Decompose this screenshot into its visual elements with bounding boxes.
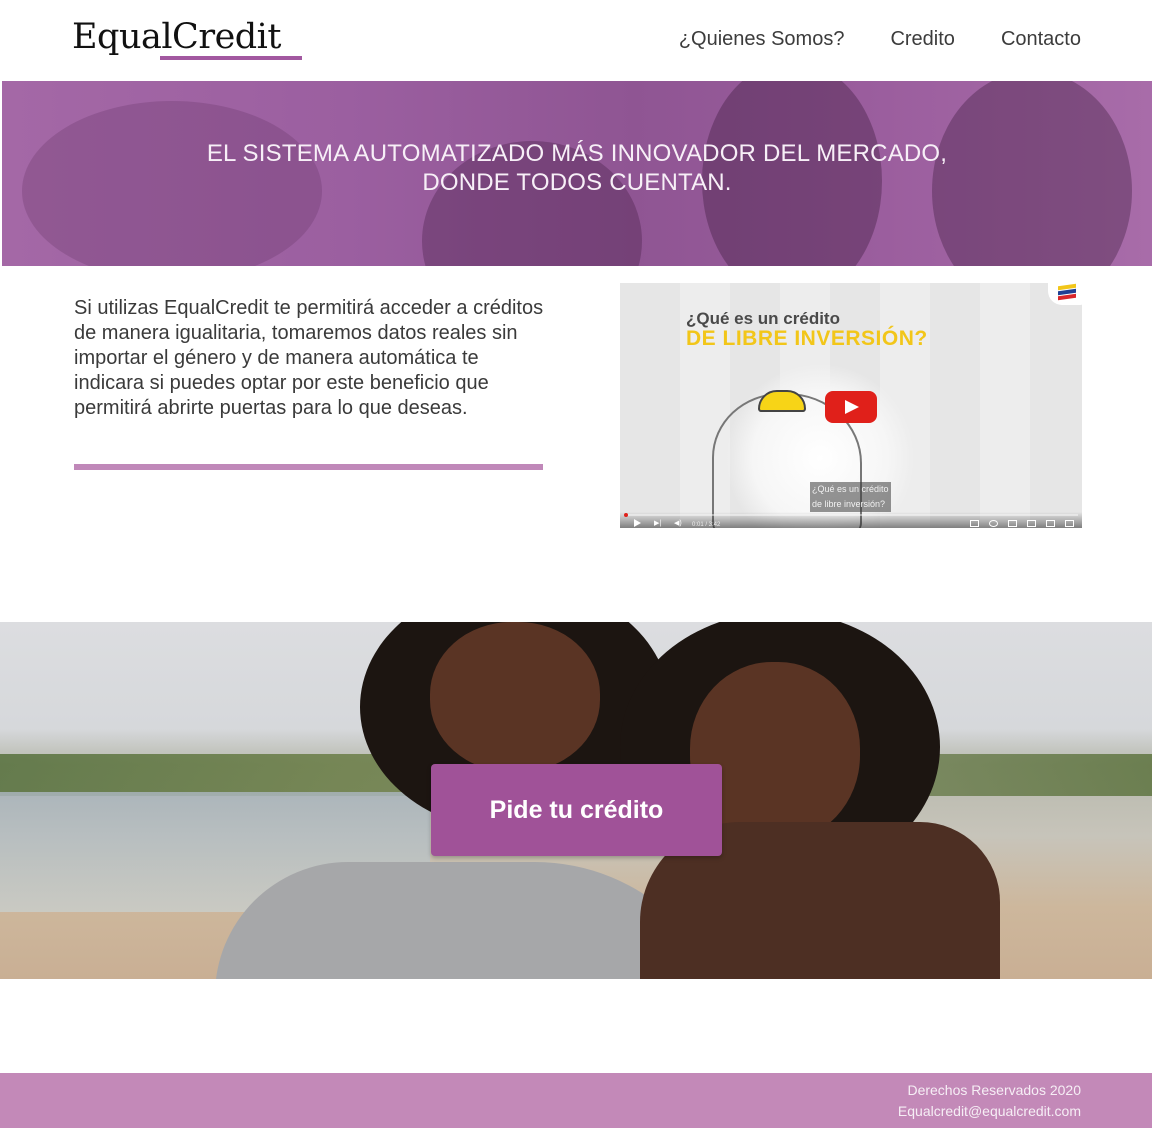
intro-divider bbox=[74, 464, 543, 470]
video-player[interactable]: ¿Qué es un crédito DE LIBRE INVERSIÓN? ¿… bbox=[620, 283, 1082, 528]
hero-headline-line1: EL SISTEMA AUTOMATIZADO MÁS INNOVADOR DE… bbox=[206, 140, 948, 167]
intro-paragraph: Si utilizas EqualCredit te permitirá acc… bbox=[74, 297, 544, 419]
video-bg-stripe bbox=[980, 283, 1030, 528]
next-icon[interactable]: ▶| bbox=[654, 519, 661, 527]
hero-headline: EL SISTEMA AUTOMATIZADO MÁS INNOVADOR DE… bbox=[2, 139, 1152, 197]
video-progress-bar[interactable] bbox=[624, 513, 1078, 517]
cta-banner: Pide tu crédito bbox=[0, 622, 1152, 979]
hard-hat-icon bbox=[758, 390, 806, 412]
logo-underline bbox=[160, 56, 302, 60]
main-nav: ¿Quienes Somos? Credito Contacto bbox=[679, 26, 1081, 52]
cast-icon[interactable] bbox=[1046, 520, 1055, 527]
youtube-play-button[interactable] bbox=[825, 391, 877, 423]
nav-item-credito[interactable]: Credito bbox=[890, 26, 954, 52]
settings-icon[interactable] bbox=[989, 520, 998, 527]
miniplayer-icon[interactable] bbox=[1008, 520, 1017, 527]
video-caption: ¿Qué es un crédito de libre inversión? bbox=[810, 482, 891, 512]
site-header: EqualCredit ¿Quienes Somos? Credito Cont… bbox=[0, 0, 1152, 81]
video-progress-handle[interactable] bbox=[624, 513, 628, 517]
video-caption-line2: de libre inversión? bbox=[812, 499, 886, 509]
volume-icon[interactable]: ◀) bbox=[674, 519, 682, 527]
video-control-buttons bbox=[970, 520, 1074, 527]
video-caption-line1: ¿Qué es un crédito bbox=[812, 484, 889, 494]
video-time: 0:01 / 3:42 bbox=[692, 522, 721, 528]
video-title-line1: ¿Qué es un crédito bbox=[686, 309, 840, 328]
request-credit-button[interactable]: Pide tu crédito bbox=[431, 764, 722, 856]
nav-item-contacto[interactable]: Contacto bbox=[1001, 26, 1081, 52]
nav-item-quienes-somos[interactable]: ¿Quienes Somos? bbox=[679, 26, 845, 52]
footer-rights: Derechos Reservados 2020 bbox=[907, 1082, 1081, 1098]
hero-banner: EL SISTEMA AUTOMATIZADO MÁS INNOVADOR DE… bbox=[2, 81, 1152, 266]
photo-face bbox=[430, 622, 600, 772]
site-footer: Derechos Reservados 2020 Equalcredit@equ… bbox=[0, 1073, 1152, 1128]
play-icon[interactable] bbox=[634, 519, 641, 527]
video-title-line2: DE LIBRE INVERSIÓN? bbox=[686, 327, 928, 350]
subtitles-icon[interactable] bbox=[970, 520, 979, 527]
fullscreen-icon[interactable] bbox=[1065, 520, 1074, 527]
bank-logo-icon bbox=[1048, 283, 1082, 305]
footer-email[interactable]: Equalcredit@equalcredit.com bbox=[898, 1101, 1081, 1121]
logo[interactable]: EqualCredit bbox=[72, 14, 281, 60]
hero-headline-line2: DONDE TODOS CUENTAN. bbox=[422, 169, 732, 196]
theater-mode-icon[interactable] bbox=[1027, 520, 1036, 527]
